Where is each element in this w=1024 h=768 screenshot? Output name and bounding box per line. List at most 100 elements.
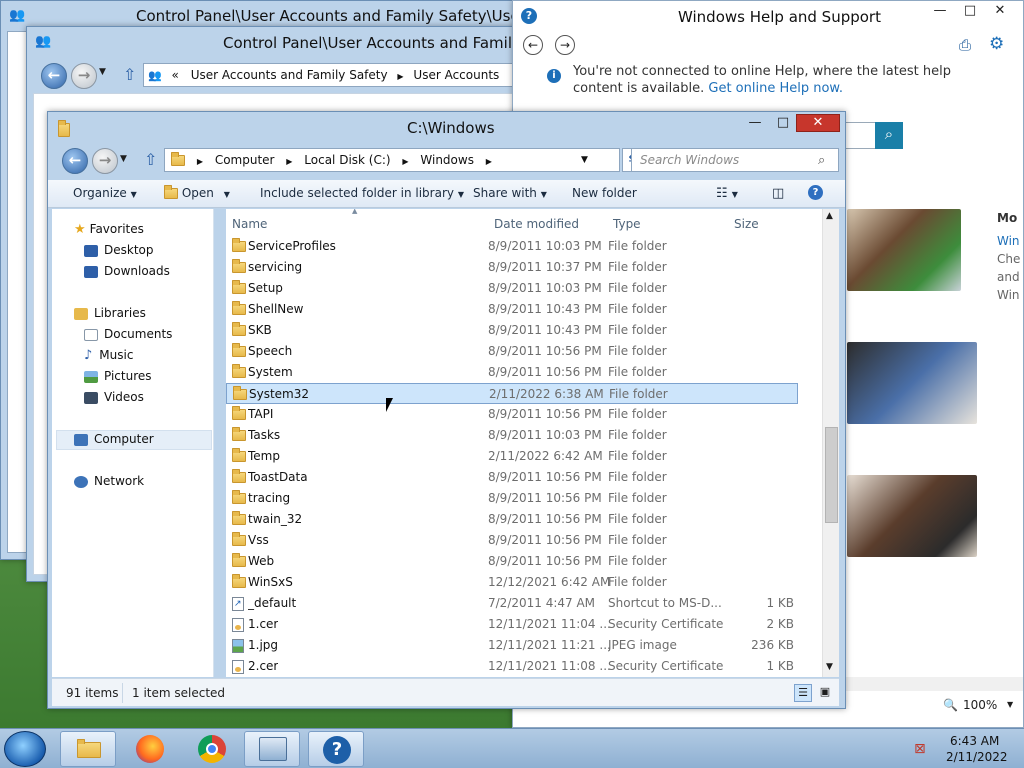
file-row[interactable]: Tasks 8/9/2011 10:03 PM File folder bbox=[226, 425, 798, 446]
file-row-selected[interactable]: System32 2/11/2022 6:38 AM File folder bbox=[226, 383, 798, 404]
breadcrumb-overflow[interactable]: « bbox=[172, 64, 179, 86]
file-row[interactable]: Setup 8/9/2011 10:03 PM File folder bbox=[226, 278, 798, 299]
file-row[interactable]: ToastData 8/9/2011 10:56 PM File folder bbox=[226, 467, 798, 488]
forward-button[interactable]: → bbox=[92, 148, 118, 174]
breadcrumb-user-accounts-family-safety[interactable]: User Accounts and Family Safety bbox=[191, 64, 388, 86]
get-online-help-link[interactable]: Get online Help now. bbox=[708, 81, 843, 96]
include-in-library-button[interactable]: Include selected folder in library ▼ bbox=[260, 186, 464, 200]
taskbar-file-explorer[interactable] bbox=[60, 731, 116, 767]
file-row[interactable]: tracing 8/9/2011 10:56 PM File folder bbox=[226, 488, 798, 509]
zoom-chevron-icon[interactable]: ▼ bbox=[1007, 700, 1013, 709]
forward-button[interactable]: → bbox=[71, 63, 97, 89]
nav-libraries[interactable]: Libraries bbox=[74, 306, 146, 320]
scrollbar-thumb[interactable] bbox=[825, 427, 838, 523]
file-date: 12/12/2021 6:42 AM bbox=[488, 575, 611, 589]
back-button[interactable]: ← bbox=[62, 148, 88, 174]
file-row[interactable]: TAPI 8/9/2011 10:56 PM File folder bbox=[226, 404, 798, 425]
breadcrumb-local-disk[interactable]: Local Disk (C:) bbox=[304, 149, 390, 171]
minimize-button[interactable]: — bbox=[742, 115, 768, 133]
up-arrow-icon[interactable]: ⇧ bbox=[144, 150, 157, 169]
share-with-button[interactable]: Share with ▼ bbox=[473, 186, 547, 200]
file-row[interactable]: twain_32 8/9/2011 10:56 PM File folder bbox=[226, 509, 798, 530]
back-arrow-icon[interactable]: ← bbox=[523, 35, 543, 55]
view-options-icon[interactable]: ☷ ▼ bbox=[716, 186, 738, 201]
file-row[interactable]: System 8/9/2011 10:56 PM File folder bbox=[226, 362, 798, 383]
clock-time[interactable]: 6:43 AM bbox=[950, 734, 999, 748]
nav-videos[interactable]: Videos bbox=[84, 390, 144, 404]
taskbar-control-panel[interactable] bbox=[244, 731, 300, 767]
scroll-up-arrow-icon[interactable]: ▲ bbox=[826, 211, 833, 221]
open-button[interactable]: Open ▼ bbox=[164, 185, 230, 200]
breadcrumb-computer[interactable]: Computer bbox=[215, 149, 275, 171]
column-header-type[interactable]: Type bbox=[613, 217, 641, 231]
file-row[interactable]: Web 8/9/2011 10:56 PM File folder bbox=[226, 551, 798, 572]
search-icon[interactable]: ⌕ bbox=[818, 150, 825, 172]
search-input[interactable]: Search Windows ⌕ bbox=[631, 148, 839, 172]
help-search-input[interactable] bbox=[843, 122, 875, 149]
breadcrumb-windows[interactable]: Windows bbox=[420, 149, 474, 171]
zoom-level[interactable]: 100% bbox=[963, 698, 997, 712]
breadcrumb-user-accounts[interactable]: User Accounts bbox=[413, 64, 499, 86]
maximize-button[interactable]: □ bbox=[770, 115, 796, 133]
minimize-button[interactable]: — bbox=[927, 3, 953, 21]
file-row[interactable]: 1.jpg 12/11/2021 11:21 ... JPEG image 236 K… bbox=[226, 635, 798, 656]
help-horizontal-scrollbar[interactable] bbox=[843, 677, 1023, 691]
file-row[interactable]: Speech 8/9/2011 10:56 PM File folder bbox=[226, 341, 798, 362]
recent-pages-chevron-icon[interactable]: ▼ bbox=[99, 67, 106, 77]
print-icon[interactable]: ⎙ bbox=[959, 36, 971, 54]
file-row[interactable]: _default 7/2/2011 4:47 AM Shortcut to MS-D… bbox=[226, 593, 798, 614]
recent-pages-chevron-icon[interactable]: ▼ bbox=[120, 154, 127, 164]
help-icon[interactable]: ? bbox=[808, 185, 823, 200]
nav-network[interactable]: Network bbox=[74, 474, 144, 488]
forward-arrow-icon[interactable]: → bbox=[555, 35, 575, 55]
address-bar[interactable]: ▶ Computer ▶ Local Disk (C:) ▶ Windows ▶… bbox=[164, 148, 620, 172]
organize-button[interactable]: Organize ▼ bbox=[73, 186, 137, 200]
nav-desktop[interactable]: Desktop bbox=[84, 243, 154, 257]
nav-computer[interactable]: Computer bbox=[74, 432, 154, 446]
large-icons-view-icon[interactable]: ▣ bbox=[816, 684, 834, 702]
up-arrow-icon[interactable]: ⇧ bbox=[123, 65, 136, 84]
taskbar-firefox[interactable] bbox=[122, 731, 178, 767]
file-row[interactable]: 2.cer 12/11/2021 11:08 ... Security Certif… bbox=[226, 656, 798, 677]
nav-downloads[interactable]: Downloads bbox=[84, 264, 170, 278]
scroll-down-arrow-icon[interactable]: ▼ bbox=[826, 662, 833, 672]
file-row[interactable]: 1.cer 12/11/2021 11:04 ... Security Certif… bbox=[226, 614, 798, 635]
taskbar-help[interactable]: ? bbox=[308, 731, 364, 767]
nav-documents[interactable]: Documents bbox=[84, 327, 172, 341]
network-disconnected-icon[interactable]: ⊠ bbox=[914, 741, 926, 757]
start-button[interactable] bbox=[4, 731, 46, 767]
clock-date[interactable]: 2/11/2022 bbox=[946, 750, 1008, 764]
taskbar-chrome[interactable] bbox=[184, 731, 240, 767]
file-row[interactable]: ShellNew 8/9/2011 10:43 PM File folder bbox=[226, 299, 798, 320]
details-view-icon[interactable]: ☰ bbox=[794, 684, 812, 702]
close-button[interactable]: ✕ bbox=[987, 3, 1013, 21]
column-header-date[interactable]: Date modified bbox=[494, 217, 579, 231]
close-button[interactable]: ✕ bbox=[796, 114, 840, 132]
address-bar[interactable]: 👥 « User Accounts and Family Safety ▶ Us… bbox=[143, 63, 519, 87]
settings-gear-icon[interactable]: ⚙ bbox=[989, 34, 1004, 54]
file-row[interactable]: ServiceProfiles 8/9/2011 10:03 PM File fol… bbox=[226, 236, 798, 257]
help-photo-person-1[interactable] bbox=[847, 209, 961, 291]
nav-pictures[interactable]: Pictures bbox=[84, 369, 152, 383]
address-dropdown-chevron-icon[interactable]: ▼ bbox=[581, 149, 588, 171]
back-button[interactable]: ← bbox=[41, 63, 67, 89]
new-folder-button[interactable]: New folder bbox=[572, 186, 637, 200]
explorer-window[interactable]: C:\Windows — □ ✕ ← → ▼ ⇧ ▶ Computer ▶ Lo… bbox=[47, 111, 846, 709]
file-row[interactable]: WinSxS 12/12/2021 6:42 AM File folder bbox=[226, 572, 798, 593]
nav-favorites[interactable]: ★ Favorites bbox=[74, 222, 144, 237]
help-photo-group[interactable] bbox=[847, 475, 977, 557]
help-photo-laptop[interactable] bbox=[847, 342, 977, 424]
help-side-text-2[interactable]: Win bbox=[997, 234, 1020, 248]
column-header-name[interactable]: Name bbox=[232, 217, 267, 231]
column-header-size[interactable]: Size bbox=[734, 217, 759, 231]
file-row[interactable]: Temp 2/11/2022 6:42 AM File folder bbox=[226, 446, 798, 467]
file-row[interactable]: servicing 8/9/2011 10:37 PM File folder bbox=[226, 257, 798, 278]
maximize-button[interactable]: □ bbox=[957, 3, 983, 21]
zoom-icon[interactable]: 🔍 bbox=[943, 698, 958, 712]
file-row[interactable]: Vss 8/9/2011 10:56 PM File folder bbox=[226, 530, 798, 551]
help-search-button[interactable]: ⌕ bbox=[875, 122, 903, 149]
preview-pane-icon[interactable]: ◫ bbox=[772, 186, 784, 201]
vertical-scrollbar[interactable]: ▲ ▼ bbox=[822, 209, 839, 677]
file-row[interactable]: SKB 8/9/2011 10:43 PM File folder bbox=[226, 320, 798, 341]
nav-music[interactable]: ♪ Music bbox=[84, 348, 133, 363]
